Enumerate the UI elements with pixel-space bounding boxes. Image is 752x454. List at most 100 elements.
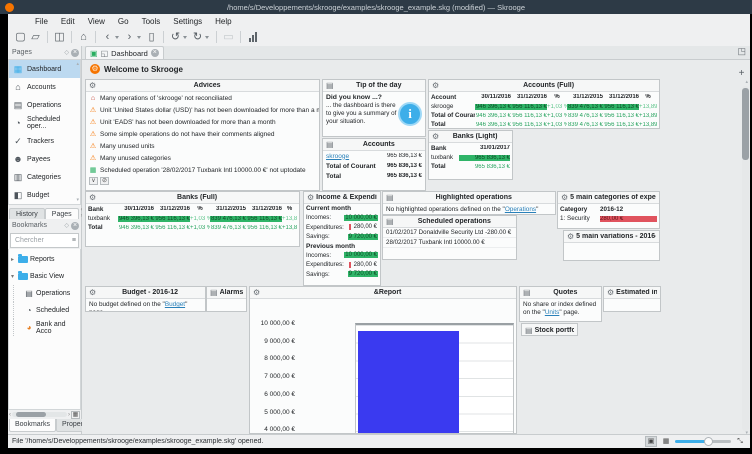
redo-dropdown-caret[interactable] xyxy=(205,36,209,39)
widget-header[interactable]: ⚙ Budget - 2016-12 xyxy=(86,287,205,299)
scrollbar-track[interactable] xyxy=(12,412,67,417)
close-panel-icon[interactable]: × xyxy=(71,222,79,230)
sidebar-item-scheduled[interactable]: ◔ Scheduled oper... xyxy=(9,114,80,132)
widget-header[interactable]: ▤ Stock portfolio xyxy=(522,324,577,336)
dismiss-advice-icon[interactable]: ∨ xyxy=(89,177,98,185)
tab-bookmarks[interactable]: Bookmarks xyxy=(9,419,56,432)
open-file-icon[interactable]: ▱ xyxy=(28,30,43,45)
widget-header[interactable]: ⚙ Estimated interest xyxy=(604,287,660,299)
widget-settings-icon[interactable]: ▤ xyxy=(210,287,218,298)
sidebar-item-categories[interactable]: ▥ Categories xyxy=(9,168,80,186)
skip-advice-icon[interactable]: ⊘ xyxy=(100,177,109,185)
widget-settings-icon[interactable]: ⚙ xyxy=(567,231,574,242)
sidebar-item-dashboard[interactable]: ▦ Dashboard xyxy=(9,60,80,78)
menu-go[interactable]: Go xyxy=(118,17,129,26)
menu-edit[interactable]: Edit xyxy=(61,17,75,26)
undo-dropdown-caret[interactable] xyxy=(183,36,187,39)
widget-header[interactable]: ⚙ 5 main variations - 2016-12 xyxy=(564,231,659,243)
tab-dashboard[interactable]: ▣ ◱ Dashboard × xyxy=(85,46,164,59)
scrollbar-thumb[interactable] xyxy=(742,88,749,160)
widget-settings-icon[interactable]: ⚙ xyxy=(307,192,314,203)
tree-options-icon[interactable]: ▦ xyxy=(71,411,80,419)
advice-item[interactable]: ⚠Many unused units xyxy=(86,140,319,152)
report-chart-icon[interactable] xyxy=(249,32,257,42)
advice-item[interactable]: ⚠Unit 'EADS' has not been downloaded for… xyxy=(86,116,319,128)
go-back-icon[interactable]: ‹ xyxy=(100,30,115,45)
widget-settings-icon[interactable]: ▤ xyxy=(386,216,394,227)
widget-settings-icon[interactable]: ⚙ xyxy=(561,192,568,203)
chart-bar[interactable] xyxy=(358,331,459,433)
sidebar-item-budget[interactable]: ◧ Budget xyxy=(9,186,80,204)
widget-header[interactable]: ⚙ Accounts (Full) xyxy=(429,80,659,92)
sidebar-item-trackers[interactable]: ✓ Trackers xyxy=(9,132,80,150)
widget-header[interactable]: ⚙ Income & Expenditure xyxy=(304,192,380,204)
close-tab-icon[interactable]: × xyxy=(151,49,159,57)
pin-tab-icon[interactable]: ▣ xyxy=(90,49,98,58)
scroll-down-icon[interactable]: ▾ xyxy=(745,430,748,434)
widget-settings-icon[interactable]: ⚙ xyxy=(607,287,614,298)
widget-header[interactable]: ⚙ Advices xyxy=(86,80,319,92)
zoom-fit-icon[interactable]: ▣ xyxy=(645,436,657,447)
tree-item-operations[interactable]: ▤ Operations xyxy=(9,285,80,302)
widget-header[interactable]: ▤ Highlighted operations xyxy=(383,192,555,204)
widget-header[interactable]: ⚙ Banks (Full) xyxy=(86,192,299,204)
widget-settings-icon[interactable]: ▤ xyxy=(525,325,533,336)
scroll-down-icon[interactable]: ▾ xyxy=(76,197,79,203)
bookmark-page-icon[interactable]: ▯ xyxy=(144,30,159,45)
budget-page-link[interactable]: Budget xyxy=(165,301,185,308)
widget-settings-icon[interactable]: ⚙ xyxy=(432,131,439,142)
go-forward-icon[interactable]: › xyxy=(122,30,137,45)
close-panel-icon[interactable]: × xyxy=(71,49,79,57)
tree-item-bank-and-accounts[interactable]: ◕ Bank and Acco xyxy=(9,319,80,336)
new-document-icon[interactable]: ▢ xyxy=(13,30,28,45)
tree-horizontal-scrollbar[interactable]: ‹ › ▦ xyxy=(8,410,81,419)
widget-settings-icon[interactable]: ▤ xyxy=(326,80,334,91)
redo-icon[interactable]: ↻ xyxy=(190,30,205,45)
zoom-slider[interactable] xyxy=(675,440,731,443)
operations-page-link[interactable]: Operations xyxy=(505,206,536,213)
scroll-right-icon[interactable]: › xyxy=(68,412,70,418)
widget-header[interactable]: ▤ Tip of the day xyxy=(323,80,425,92)
menu-help[interactable]: Help xyxy=(215,17,231,26)
add-widget-button[interactable]: + xyxy=(736,68,747,79)
widget-header[interactable]: ⚙ &Report xyxy=(250,287,516,299)
scroll-up-icon[interactable]: ▴ xyxy=(745,79,748,85)
widget-header[interactable]: ▤ Quotes xyxy=(520,287,601,299)
expander-collapsed-icon[interactable]: ▸ xyxy=(9,256,16,263)
menu-view[interactable]: View xyxy=(88,17,105,26)
advice-item[interactable]: ⚠Unit 'United States dollar (USD)' has n… xyxy=(86,104,319,116)
scroll-left-icon[interactable]: ‹ xyxy=(9,412,11,418)
sidebar-item-payees[interactable]: ☻ Payees xyxy=(9,150,80,168)
forward-dropdown-caret[interactable] xyxy=(137,36,141,39)
expand-icon[interactable]: ⤡ xyxy=(734,436,746,447)
widget-header[interactable]: ⚙ 5 main categories of expenditure xyxy=(558,192,659,204)
scheduled-operation-row[interactable]: 01/02/2017 Donaldville Security Ltd -280… xyxy=(383,228,516,238)
tree-item-reports[interactable]: ▸ Reports xyxy=(9,251,80,268)
tree-item-scheduled[interactable]: ◔ Scheduled xyxy=(9,302,80,319)
search-options-icon[interactable]: ≡ xyxy=(72,237,76,244)
copy-tab-icon[interactable]: ◱ xyxy=(101,49,109,58)
widget-header[interactable]: ▤ Accounts xyxy=(323,139,425,151)
scheduled-operation-row[interactable]: 28/02/2017 Tuxbank Intl 10000.00 € xyxy=(383,238,516,248)
menu-settings[interactable]: Settings xyxy=(173,17,202,26)
scrollbar-thumb[interactable] xyxy=(16,412,46,417)
home-icon[interactable]: ⌂ xyxy=(76,30,91,45)
titlebar[interactable]: /home/s/Developpements/skrooge/examples/… xyxy=(0,0,752,14)
zoom-slider-thumb[interactable] xyxy=(704,437,713,446)
sidebar-item-accounts[interactable]: ⌂ Accounts xyxy=(9,78,80,96)
expander-expanded-icon[interactable]: ▾ xyxy=(9,273,16,280)
units-page-link[interactable]: Units xyxy=(545,309,560,316)
widget-settings-icon[interactable]: ⚙ xyxy=(253,287,260,298)
widget-settings-icon[interactable]: ⚙ xyxy=(89,192,96,203)
widget-settings-icon[interactable]: ▤ xyxy=(326,139,334,150)
widget-settings-icon[interactable]: ⚙ xyxy=(432,80,439,91)
advice-item[interactable]: ⌂Many operations of 'skrooge' not reconc… xyxy=(86,92,319,104)
detach-page-icon[interactable]: ◳ xyxy=(737,46,750,59)
account-link[interactable]: skrooge xyxy=(326,153,349,160)
widget-settings-icon[interactable]: ▤ xyxy=(386,192,394,203)
save-icon[interactable]: ◫ xyxy=(52,30,67,45)
widget-header[interactable]: ▤ Scheduled operations xyxy=(383,216,516,228)
undo-icon[interactable]: ↺ xyxy=(168,30,183,45)
widget-header[interactable]: ▤ Alarms xyxy=(207,287,246,299)
bookmarks-search-input[interactable]: Chercher ≡ xyxy=(10,233,79,248)
